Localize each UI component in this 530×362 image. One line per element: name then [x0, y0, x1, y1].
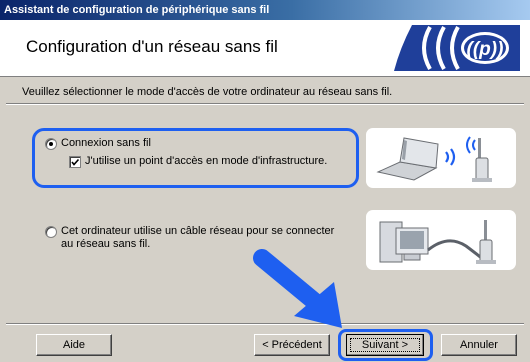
checkmark-icon [71, 158, 80, 166]
wired-computer-illustration [366, 210, 516, 270]
wireless-signal-icon: ((p)) [394, 25, 520, 71]
top-divider [6, 103, 524, 105]
wired-radio-label-line1: Cet ordinateur utilise un câble réseau p… [61, 225, 335, 237]
wireless-radio-label: Connexion sans fil [61, 137, 151, 149]
page-title: Configuration d'un réseau sans fil [26, 37, 278, 56]
wizard-header: Configuration d'un réseau sans fil ((p)) [0, 20, 530, 77]
next-button[interactable]: Suivant > [346, 334, 424, 356]
next-button-focus-ring [350, 338, 420, 352]
back-button[interactable]: < Précédent [254, 334, 330, 356]
svg-text:((p)): ((p)) [467, 39, 504, 60]
wireless-laptop-illustration [366, 128, 516, 188]
infrastructure-checkbox[interactable] [69, 156, 81, 168]
help-button[interactable]: Aide [36, 334, 112, 356]
wizard-window: Assistant de configuration de périphériq… [0, 0, 530, 362]
cancel-button[interactable]: Annuler [441, 334, 517, 356]
wired-radio-label-line2: au réseau sans fil. [61, 238, 151, 250]
wireless-radio[interactable] [45, 138, 57, 150]
wired-radio[interactable] [45, 226, 57, 238]
infrastructure-checkbox-label: J'utilise un point d'accès en mode d'inf… [85, 155, 328, 167]
window-title: Assistant de configuration de périphériq… [0, 0, 530, 20]
pointer-arrow-icon [253, 249, 342, 328]
instruction-text: Veuillez sélectionner le mode d'accès de… [22, 86, 393, 98]
radio-selected-dot [49, 142, 53, 146]
